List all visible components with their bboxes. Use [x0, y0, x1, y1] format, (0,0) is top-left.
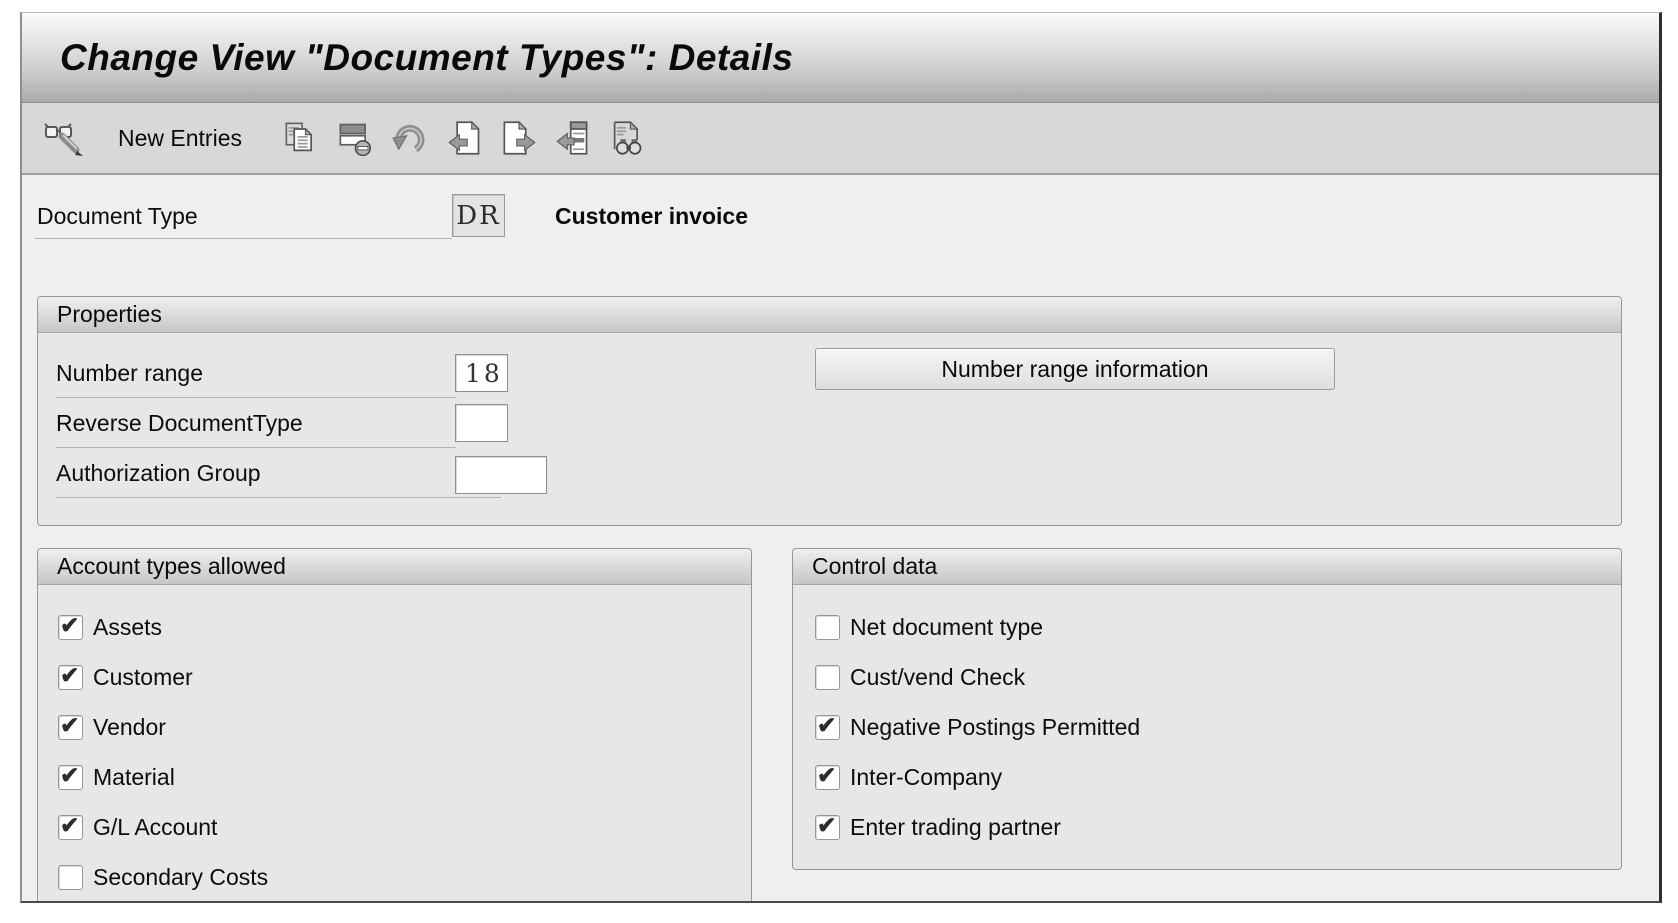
checkbox[interactable]: ✔ [815, 615, 840, 640]
checkbox-row: ✔ Customer [58, 652, 741, 702]
checkbox-row: ✔ Assets [58, 602, 741, 652]
control-data-header: Control data [793, 549, 1621, 585]
new-entries-button[interactable]: New Entries [102, 122, 268, 155]
position-icon [556, 120, 590, 156]
next-entry-button[interactable] [498, 117, 540, 159]
checkbox[interactable]: ✔ [815, 765, 840, 790]
property-input[interactable] [455, 456, 547, 494]
checkbox-label: Assets [93, 614, 162, 641]
control-data-groupbox: Control data ✔ Net document type ✔ Cust/… [792, 548, 1622, 870]
properties-title: Properties [57, 301, 162, 327]
property-label: Reverse DocumentType [56, 399, 456, 448]
checkbox-row: ✔ Enter trading partner [815, 802, 1611, 852]
property-label: Authorization Group [56, 449, 501, 498]
checkmark-icon: ✔ [817, 712, 836, 739]
checkmark-icon: ✔ [60, 612, 79, 639]
properties-fields: Number range Reverse DocumentType Author… [56, 349, 556, 499]
property-input[interactable] [455, 354, 508, 392]
checkmark-icon: ✔ [60, 812, 79, 839]
find-button[interactable] [606, 117, 648, 159]
checkbox-row: ✔ Net document type [815, 602, 1611, 652]
account-types-title: Account types allowed [57, 553, 286, 579]
checkbox-row: ✔ Material [58, 752, 741, 802]
checkbox-label: Negative Postings Permitted [850, 714, 1140, 741]
properties-header: Properties [38, 297, 1621, 333]
checkbox-label: Inter-Company [850, 764, 1002, 791]
checkmark-icon: ✔ [60, 662, 79, 689]
checkbox[interactable]: ✔ [58, 665, 83, 690]
next-entry-icon [502, 120, 536, 156]
checkbox[interactable]: ✔ [815, 815, 840, 840]
property-label: Number range [56, 349, 456, 398]
copy-icon [284, 120, 318, 156]
checkmark-icon: ✔ [817, 762, 836, 789]
display-change-icon [42, 120, 86, 156]
checkbox[interactable]: ✔ [58, 615, 83, 640]
window-titlebar: Change View "Document Types": Details [22, 13, 1659, 103]
checkmark-icon: ✔ [817, 812, 836, 839]
checkbox-label: Enter trading partner [850, 814, 1061, 841]
content-area: Document Type DR Customer invoice Proper… [22, 175, 1659, 902]
position-button[interactable] [552, 117, 594, 159]
checkbox-row: ✔ Vendor [58, 702, 741, 752]
application-toolbar: New Entries [22, 103, 1659, 175]
property-row: Number range [56, 349, 556, 399]
sap-window: Change View "Document Types": Details Ne… [20, 12, 1662, 903]
delete-icon [338, 120, 372, 156]
display-change-button[interactable] [38, 117, 90, 159]
find-icon [610, 120, 644, 156]
property-row: Authorization Group [56, 449, 556, 499]
checkbox-row: ✔ Secondary Costs [58, 852, 741, 902]
delete-button[interactable] [334, 117, 376, 159]
checkbox[interactable]: ✔ [815, 665, 840, 690]
checkbox-label: Cust/vend Check [850, 664, 1025, 691]
document-type-field[interactable]: DR [452, 194, 505, 237]
account-types-list: ✔ Assets ✔ Customer ✔ Vendor ✔ [58, 602, 741, 902]
copy-button[interactable] [280, 117, 322, 159]
page-title: Change View "Document Types": Details [22, 37, 793, 79]
checkmark-icon: ✔ [60, 762, 79, 789]
undo-button[interactable] [388, 117, 432, 159]
checkbox-row: ✔ Cust/vend Check [815, 652, 1611, 702]
checkbox-label: Material [93, 764, 175, 791]
checkbox[interactable]: ✔ [58, 765, 83, 790]
document-type-label: Document Type [35, 193, 452, 239]
checkbox[interactable]: ✔ [58, 715, 83, 740]
new-entries-label: New Entries [118, 125, 242, 152]
property-input[interactable] [455, 404, 508, 442]
number-range-information-button[interactable]: Number range information [815, 348, 1335, 390]
account-types-header: Account types allowed [38, 549, 751, 585]
previous-entry-icon [448, 120, 482, 156]
checkbox-row: ✔ Inter-Company [815, 752, 1611, 802]
checkbox-row: ✔ G/L Account [58, 802, 741, 852]
property-row: Reverse DocumentType [56, 399, 556, 449]
checkbox-label: Net document type [850, 614, 1043, 641]
checkbox[interactable]: ✔ [58, 865, 83, 890]
checkbox[interactable]: ✔ [58, 815, 83, 840]
properties-groupbox: Properties Number range Reverse Document… [37, 296, 1622, 526]
checkbox-label: Vendor [93, 714, 166, 741]
previous-entry-button[interactable] [444, 117, 486, 159]
account-types-groupbox: Account types allowed ✔ Assets ✔ Custome… [37, 548, 752, 902]
checkbox[interactable]: ✔ [815, 715, 840, 740]
checkmark-icon: ✔ [60, 712, 79, 739]
undo-icon [392, 120, 428, 156]
checkbox-row: ✔ Negative Postings Permitted [815, 702, 1611, 752]
checkbox-label: G/L Account [93, 814, 217, 841]
control-data-title: Control data [812, 553, 937, 579]
checkbox-label: Secondary Costs [93, 864, 268, 891]
checkbox-label: Customer [93, 664, 193, 691]
document-type-description: Customer invoice [555, 193, 748, 239]
control-data-list: ✔ Net document type ✔ Cust/vend Check ✔ … [815, 602, 1611, 852]
